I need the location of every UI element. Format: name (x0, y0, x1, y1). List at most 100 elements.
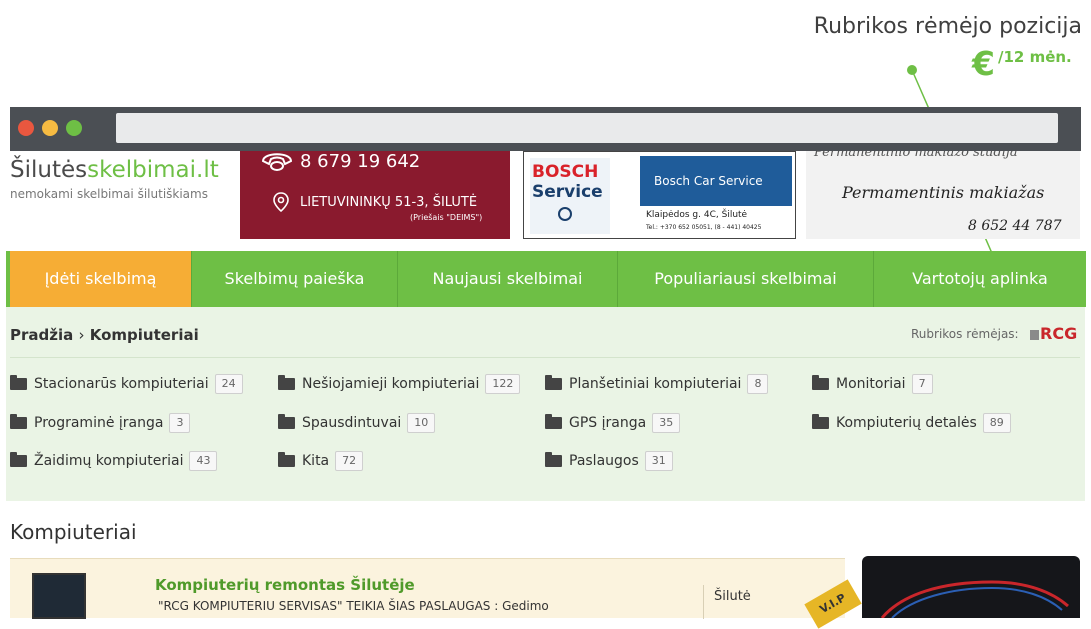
breadcrumb: Pradžia › Kompiuteriai (10, 326, 199, 344)
folder-icon (545, 414, 562, 429)
logo-part2: skelbimai.lt (87, 157, 219, 183)
category-item[interactable]: Kita 72 (278, 451, 364, 471)
nav-search[interactable]: Skelbimų paieška (192, 251, 398, 307)
euro-icon: € (972, 44, 995, 83)
main-nav: Įdėti skelbimą Skelbimų paieška Naujausi… (6, 251, 1086, 307)
category-name: Monitoriai (836, 376, 906, 392)
category-name: Žaidimų kompiuteriai (34, 453, 184, 469)
category-item[interactable]: GPS įranga 35 (545, 413, 681, 433)
site-logo[interactable]: Šilutėsskelbimai.lt nemokami skelbimai š… (10, 153, 230, 233)
category-item[interactable]: Monitoriai 7 (812, 374, 933, 394)
listing-thumbnail[interactable] (32, 573, 86, 619)
folder-icon (278, 452, 295, 467)
folder-icon (10, 375, 27, 390)
category-name: Programinė įranga (34, 415, 164, 431)
category-count: 122 (485, 374, 521, 394)
nav-post-ad[interactable]: Įdėti skelbimą (10, 251, 192, 307)
category-count: 35 (652, 413, 681, 433)
annotation-price: € /12 mėn. (960, 46, 1084, 82)
listing-description: "RCG KOMPIUTERIU SERVISAS" TEIKIA ŠIAS P… (158, 599, 549, 613)
category-item[interactable]: Planšetiniai kompiuteriai 8 (545, 374, 769, 394)
category-name: Nešiojamieji kompiuteriai (302, 376, 480, 392)
ad1-note: (Priešais "DEIMS") (410, 213, 483, 222)
maximize-window-icon[interactable] (66, 120, 82, 136)
folder-icon (10, 414, 27, 429)
logo-text: Šilutėsskelbimai.lt (10, 157, 219, 183)
category-count: 10 (407, 413, 436, 433)
category-count: 8 (747, 374, 769, 394)
address-bar[interactable] (116, 113, 1058, 143)
folder-icon (812, 414, 829, 429)
listing-city: Šilutė (714, 589, 751, 604)
category-item[interactable]: Stacionarūs kompiuteriai 24 (10, 374, 243, 394)
folder-icon (278, 375, 295, 390)
category-item[interactable]: Spausdintuvai 10 (278, 413, 436, 433)
listing-separator (703, 585, 704, 619)
category-count: 31 (644, 451, 673, 471)
sponsor-label: Rubrikos rėmėjas: (911, 327, 1019, 341)
location-pin-icon (273, 192, 289, 213)
phone-icon (261, 153, 293, 171)
ad1-address: LIETUVININKŲ 51-3, ŠILUTĖ (300, 195, 478, 210)
side-banner-ad[interactable] (862, 556, 1080, 618)
folder-icon (10, 452, 27, 467)
section-title: Kompiuteriai (10, 520, 137, 544)
folder-icon (812, 375, 829, 390)
folder-icon (545, 375, 562, 390)
banner-ad-3[interactable]: Permanentinio makiažo studija Permamenti… (806, 151, 1080, 239)
ad3-title: Permamentinis makiažas (842, 183, 1045, 202)
nav-newest[interactable]: Naujausi skelbimai (398, 251, 618, 307)
category-name: Spausdintuvai (302, 415, 402, 431)
bosch-brand: BOSCH (532, 162, 599, 182)
bosch-address: Klaipėdos g. 4C, Šilutė (646, 210, 748, 220)
close-window-icon[interactable] (18, 120, 34, 136)
annotation-period: /12 mėn. (998, 48, 1072, 66)
banner-ad-2[interactable]: BOSCH Service Bosch Car Service Klaipėdo… (523, 151, 796, 239)
breadcrumb-separator: › (78, 326, 85, 344)
ad1-phone: 8 679 19 642 (300, 151, 421, 172)
bosch-service: Service (532, 182, 603, 202)
category-count: 7 (911, 374, 933, 394)
listing-title[interactable]: Kompiuterių remontas Šilutėje (155, 576, 415, 594)
category-item[interactable]: Programinė įranga 3 (10, 413, 191, 433)
category-count: 72 (335, 451, 364, 471)
logo-part1: Šilutės (10, 157, 88, 183)
panel-divider (10, 357, 1080, 358)
category-item[interactable]: Žaidimų kompiuteriai 43 (10, 451, 218, 471)
browser-chrome (10, 107, 1081, 151)
ad3-top: Permanentinio makiažo studija (814, 151, 1018, 160)
category-item[interactable]: Paslaugos 31 (545, 451, 673, 471)
annotation-title: Rubrikos rėmėjo pozicija (813, 14, 1082, 39)
category-item[interactable]: Nešiojamieji kompiuteriai 122 (278, 374, 521, 394)
category-name: Kita (302, 453, 330, 469)
category-name: Kompiuterių detalės (836, 415, 977, 431)
car-silhouette-icon (880, 580, 1069, 618)
sponsor-logo[interactable]: RCG (1030, 324, 1077, 343)
listing-row[interactable]: Kompiuterių remontas Šilutėje "RCG KOMPI… (10, 558, 845, 619)
folder-icon (278, 414, 295, 429)
category-count: 3 (169, 413, 191, 433)
sponsor-logo-text: RCG (1040, 324, 1078, 343)
bosch-banner-text: Bosch Car Service (654, 174, 763, 188)
breadcrumb-current: Kompiuteriai (89, 326, 199, 344)
bosch-phones: Tel.: +370 652 05051, (8 - 441) 40425 (646, 224, 762, 231)
monitor-icon (1030, 329, 1039, 340)
category-item[interactable]: Kompiuterių detalės 89 (812, 413, 1011, 433)
bosch-emblem-icon (558, 207, 572, 221)
breadcrumb-home[interactable]: Pradžia (10, 326, 73, 344)
ad3-phone: 8 652 44 787 (968, 218, 1062, 234)
category-name: Planšetiniai kompiuteriai (569, 376, 742, 392)
minimize-window-icon[interactable] (42, 120, 58, 136)
category-name: Stacionarūs kompiuteriai (34, 376, 209, 392)
category-name: GPS įranga (569, 415, 647, 431)
nav-user-area[interactable]: Vartotojų aplinka (874, 251, 1086, 307)
annotation-dot-start (907, 65, 917, 75)
category-count: 89 (982, 413, 1011, 433)
banner-ad-1[interactable]: 8 679 19 642 LIETUVININKŲ 51-3, ŠILUTĖ (… (240, 151, 510, 239)
category-count: 43 (189, 451, 218, 471)
folder-icon (545, 452, 562, 467)
category-count: 24 (214, 374, 243, 394)
nav-popular[interactable]: Populiariausi skelbimai (618, 251, 874, 307)
logo-tagline: nemokami skelbimai šilutiškiams (10, 187, 208, 201)
category-name: Paslaugos (569, 453, 639, 469)
